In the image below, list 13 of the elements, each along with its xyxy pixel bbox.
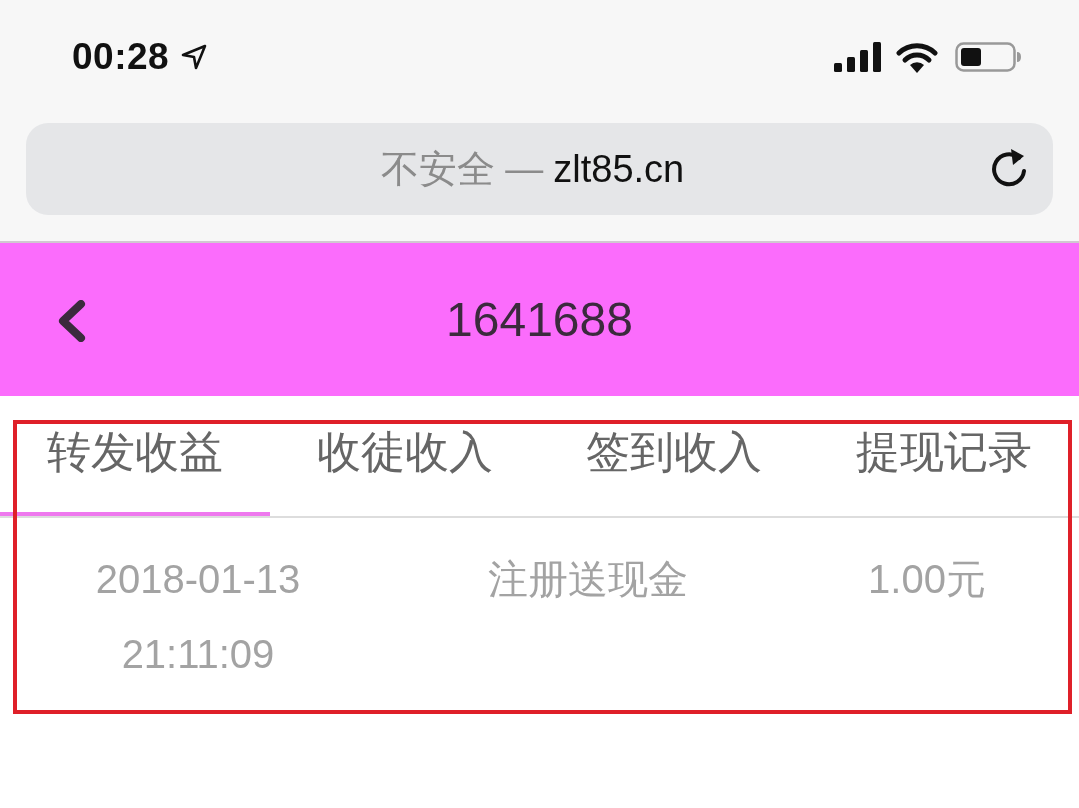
address-bar[interactable]: 不安全 — zlt85.cn: [26, 123, 1053, 215]
record-amount: 1.00元: [867, 556, 987, 603]
record-time: 2018-01-13 21:11:09: [94, 556, 302, 678]
record-description: 注册送现金: [487, 556, 689, 603]
wifi-icon: [896, 41, 938, 73]
signal-icon: [834, 42, 881, 72]
location-arrow-icon: [181, 44, 208, 70]
battery-icon: [955, 42, 1021, 72]
status-time: 00:28: [72, 36, 170, 78]
page-title: 1641688: [446, 292, 633, 347]
domain-text: zlt85.cn: [553, 147, 685, 191]
reload-icon[interactable]: [989, 147, 1029, 189]
security-label: 不安全 —: [380, 146, 544, 192]
